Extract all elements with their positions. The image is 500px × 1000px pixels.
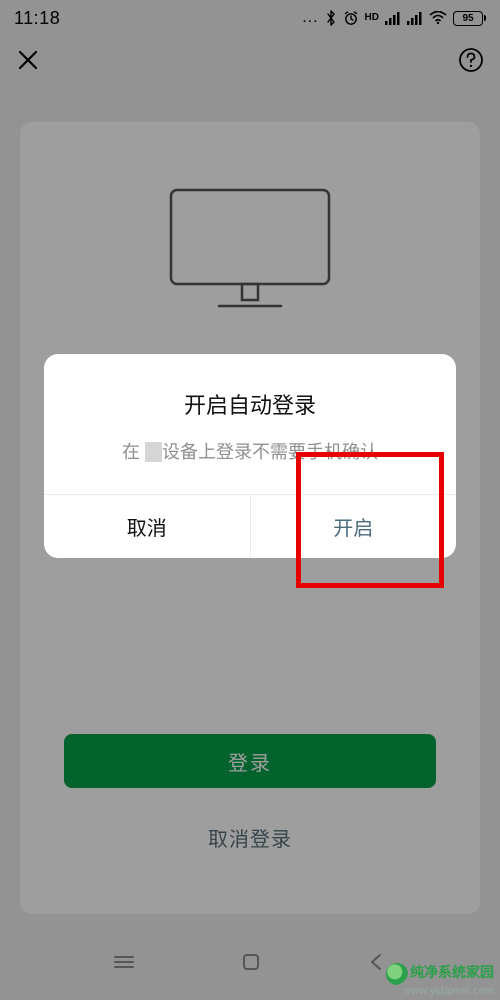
home-icon[interactable]: [241, 952, 261, 972]
watermark-brand: 纯净系统家园: [410, 964, 494, 980]
watermark: 纯净系统家园 www.yidaimei.com: [386, 963, 494, 998]
annotation-highlight: [296, 452, 444, 588]
cancel-button[interactable]: 取消: [44, 495, 251, 558]
recents-icon[interactable]: [113, 951, 135, 973]
back-icon[interactable]: [367, 952, 387, 972]
dialog-title: 开启自动登录: [44, 354, 456, 420]
watermark-url: www.yidaimei.com: [404, 985, 494, 997]
watermark-logo-icon: [386, 963, 408, 985]
